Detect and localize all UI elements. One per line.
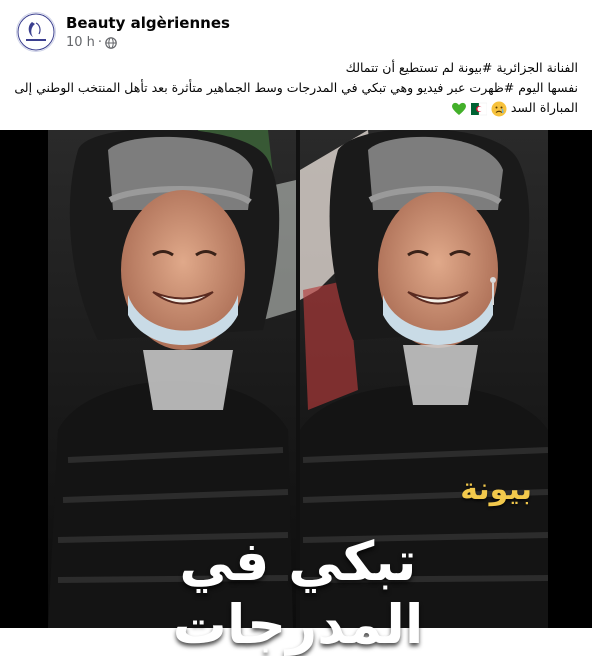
post-caption: الفنانة الجزائرية #بيونة لم تستطيع أن تت…	[14, 58, 578, 118]
timestamp-row: 10 h ·	[66, 35, 230, 51]
sad-face-icon	[491, 101, 507, 116]
post-media[interactable]: بيونة تبكي في المدرجات	[0, 130, 592, 656]
globe-icon[interactable]	[105, 36, 117, 49]
caption-line-3: المباراة السد	[14, 98, 578, 118]
post-header: Beauty algèriennes 10 h ·	[16, 12, 230, 52]
post-time[interactable]: 10 h	[66, 35, 95, 51]
post-meta: Beauty algèriennes 10 h ·	[66, 14, 230, 51]
author-name[interactable]: Beauty algèriennes	[66, 14, 230, 32]
separator-dot: ·	[97, 34, 103, 50]
caption-line-2: نفسها اليوم #ظهرت عبر فيديو وهي تبكي في …	[14, 80, 578, 95]
facebook-post: Beauty algèriennes 10 h · الفنانة الجزائ…	[0, 0, 592, 656]
caption-line-3-text: المباراة السد	[510, 100, 578, 115]
overlay-title-text: تبكي في المدرجات	[172, 530, 424, 656]
page-logo-icon	[17, 13, 55, 51]
algeria-flag-icon	[470, 102, 487, 115]
green-heart-icon	[451, 102, 466, 115]
page-avatar[interactable]	[16, 12, 56, 52]
overlay-name-text: بيونة	[460, 472, 532, 507]
caption-line-1: الفنانة الجزائرية #بيونة لم تستطيع أن تت…	[345, 60, 578, 75]
